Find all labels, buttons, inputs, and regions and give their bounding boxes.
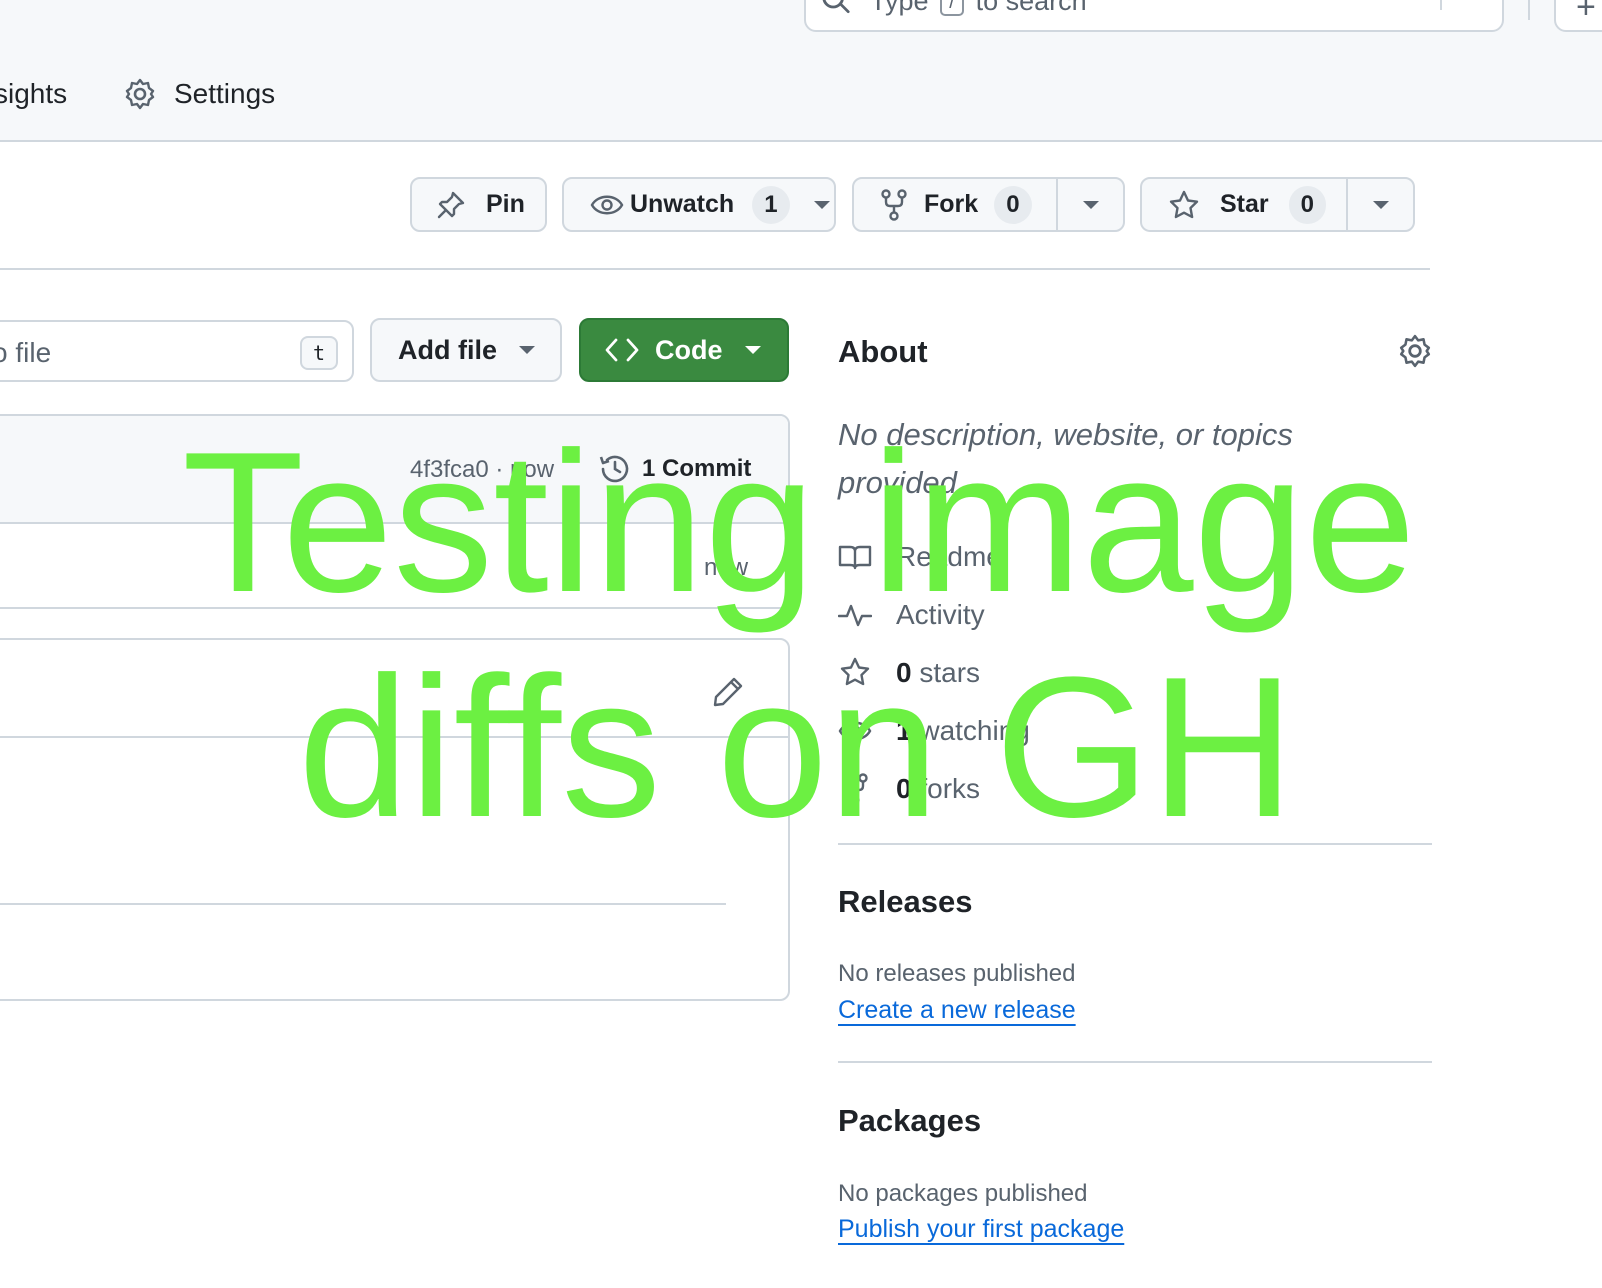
history-icon — [599, 455, 629, 483]
readme-label: Readme — [896, 541, 1002, 572]
fork-dropdown-button[interactable] — [1058, 200, 1123, 209]
pin-icon — [437, 191, 465, 218]
chevron-down-icon — [1082, 200, 1099, 209]
star-icon — [840, 657, 870, 686]
star-count-badge: 0 — [1288, 185, 1326, 224]
eye-icon — [590, 195, 624, 214]
search-placeholder: Type / to search — [870, 0, 1087, 17]
pin-button[interactable]: Pin — [410, 177, 547, 232]
go-to-file-input[interactable]: o file t — [0, 320, 354, 382]
go-to-file-placeholder: o file — [0, 337, 52, 368]
add-file-label: Add file — [398, 334, 497, 365]
header-divider — [1528, 0, 1530, 20]
unwatch-button[interactable]: Unwatch 1 — [562, 177, 836, 232]
search-shortcut-key: / — [940, 0, 965, 16]
search-divider — [1440, 0, 1442, 10]
publish-package-link[interactable]: Publish your first package — [838, 1215, 1124, 1244]
sidebar-divider — [838, 843, 1432, 845]
tab-settings[interactable]: Settings — [124, 78, 275, 110]
search-input[interactable]: Type / to search — [804, 0, 1504, 32]
fork-button-group: Fork 0 — [852, 177, 1125, 232]
forks-label: forks — [919, 773, 981, 804]
star-icon — [1169, 190, 1199, 218]
watching-label: watching — [919, 715, 1030, 746]
header-divider-line — [0, 268, 1430, 270]
readme-panel — [0, 638, 790, 1001]
pulse-icon — [838, 604, 872, 627]
chevron-down-icon — [744, 346, 761, 354]
file-time: now — [704, 554, 749, 581]
sidebar-divider — [838, 1061, 1432, 1063]
watching-count: 1 — [896, 715, 912, 746]
latest-commit-row: 4f3fca0 · now 1 Commit — [0, 416, 788, 524]
forks-count: 0 — [896, 773, 912, 804]
fork-icon — [881, 188, 907, 221]
stars-count: 0 — [896, 657, 912, 688]
commit-sha-time[interactable]: 4f3fca0 · now — [410, 456, 554, 484]
code-label: Code — [655, 334, 723, 365]
fork-icon — [842, 773, 868, 805]
code-button[interactable]: Code — [579, 318, 789, 382]
packages-heading[interactable]: Packages — [838, 1103, 981, 1139]
fork-count-badge: 0 — [994, 185, 1032, 224]
pencil-icon[interactable] — [712, 676, 744, 708]
watch-count-badge: 1 — [752, 185, 790, 224]
fork-label: Fork — [924, 190, 979, 218]
chevron-down-icon — [813, 200, 830, 209]
activity-link[interactable]: Activity — [838, 598, 985, 632]
tab-settings-label: Settings — [174, 78, 276, 109]
gear-icon — [125, 78, 155, 110]
star-label: Star — [1220, 190, 1269, 218]
unwatch-label: Unwatch — [630, 190, 735, 218]
about-heading: About — [838, 334, 928, 369]
releases-empty-text: No releases published — [838, 960, 1076, 987]
commit-count-label: 1 Commit — [642, 455, 752, 482]
releases-heading[interactable]: Releases — [838, 884, 972, 920]
search-icon — [822, 0, 850, 14]
star-dropdown-button[interactable] — [1348, 200, 1413, 209]
stars-link[interactable]: 0 stars — [838, 656, 980, 690]
go-to-file-shortcut: t — [300, 336, 338, 370]
gear-icon[interactable] — [1398, 334, 1432, 368]
pin-label: Pin — [486, 190, 525, 218]
star-button-group: Star 0 — [1140, 177, 1415, 232]
create-release-link[interactable]: Create a new release — [838, 996, 1076, 1025]
packages-empty-text: No packages published — [838, 1180, 1088, 1207]
top-header: Type / to search + sights Settings — [0, 0, 1602, 142]
tab-insights[interactable]: sights — [0, 78, 67, 110]
plus-icon: + — [1576, 0, 1596, 26]
commit-history-link[interactable]: 1 Commit — [598, 452, 751, 486]
activity-label: Activity — [896, 599, 985, 630]
stars-label: stars — [919, 657, 981, 688]
readme-heading-rule — [0, 903, 726, 905]
watching-link[interactable]: 1 watching — [838, 714, 1030, 748]
file-list: 4f3fca0 · now 1 Commit now — [0, 414, 790, 609]
command-palette-icon[interactable] — [1454, 0, 1488, 10]
forks-link[interactable]: 0 forks — [838, 772, 980, 806]
create-new-button[interactable]: + — [1554, 0, 1602, 32]
fork-button[interactable]: Fork 0 — [880, 179, 1058, 230]
book-icon — [838, 545, 872, 570]
chevron-down-icon — [1372, 200, 1389, 209]
about-description: No description, website, or topics provi… — [838, 417, 1293, 500]
star-button[interactable]: Star 0 — [1168, 179, 1348, 230]
eye-icon — [838, 721, 872, 741]
readme-link[interactable]: Readme — [838, 540, 1002, 574]
add-file-button[interactable]: Add file — [370, 318, 562, 382]
code-icon — [605, 338, 639, 362]
chevron-down-icon — [519, 346, 535, 354]
readme-header-divider — [0, 736, 788, 738]
